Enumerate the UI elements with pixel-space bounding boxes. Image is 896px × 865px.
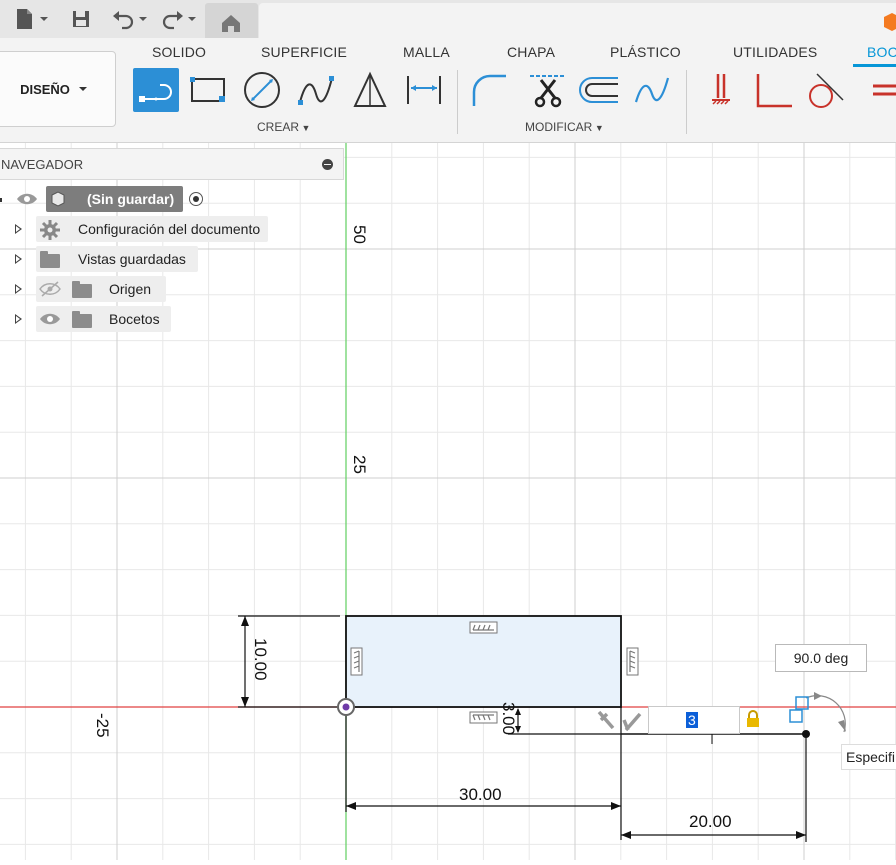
browser-root-node[interactable]: (Sin guardar) xyxy=(0,186,215,212)
folder-icon xyxy=(40,251,60,268)
collapse-panel-icon[interactable] xyxy=(322,159,333,170)
expand-icon[interactable] xyxy=(15,314,22,324)
browser-item-document-settings[interactable]: Configuración del documento xyxy=(0,216,270,242)
browser-item-label: Configuración del documento xyxy=(78,221,261,237)
extension-dimension-value[interactable]: 20.00 xyxy=(689,812,732,832)
folder-icon xyxy=(72,281,92,298)
width-dimension-value[interactable]: 30.00 xyxy=(459,785,502,805)
axis-label-25: 25 xyxy=(350,455,369,474)
eye-hidden-icon[interactable] xyxy=(39,281,61,297)
browser-title: NAVEGADOR xyxy=(1,156,84,172)
browser-panel-header[interactable]: NAVEGADOR xyxy=(0,148,344,180)
expand-icon[interactable] xyxy=(15,254,22,264)
offset-dimension[interactable] xyxy=(508,708,621,735)
angle-input[interactable]: 90.0 deg xyxy=(775,644,867,672)
origin-point[interactable] xyxy=(337,698,355,716)
horizontal-constraint-glyph xyxy=(469,621,498,634)
vertical-constraint-glyph xyxy=(626,647,639,676)
offset-dimension-value[interactable]: 3.00 xyxy=(498,702,518,735)
angle-value: 90.0 deg xyxy=(793,650,849,666)
browser-item-sketches[interactable]: Bocetos xyxy=(0,306,172,332)
axis-label-neg25: -25 xyxy=(93,713,112,738)
expand-icon[interactable] xyxy=(0,198,2,202)
activate-radio-icon[interactable] xyxy=(188,191,204,207)
horizontal-constraint-glyph xyxy=(469,711,498,724)
height-dimension-value[interactable]: 10.00 xyxy=(250,638,270,681)
browser-item-origin[interactable]: Origen xyxy=(0,276,168,302)
browser-item-label: Bocetos xyxy=(109,311,160,327)
vertical-constraint-glyph xyxy=(350,647,363,676)
axis-label-50: 50 xyxy=(350,225,369,244)
component-icon xyxy=(51,191,65,207)
length-input-value: 3 xyxy=(686,712,698,728)
browser-item-saved-views[interactable]: Vistas guardadas xyxy=(0,246,200,272)
folder-icon xyxy=(72,311,92,328)
tooltip-hint: Especifi xyxy=(841,744,896,770)
expand-icon[interactable] xyxy=(15,224,22,234)
eye-icon[interactable] xyxy=(16,192,38,206)
angle-indicator xyxy=(789,692,846,733)
width-dimension[interactable] xyxy=(345,707,622,840)
sketch-overlay xyxy=(0,143,896,860)
root-component-label: (Sin guardar) xyxy=(87,191,175,207)
expand-icon[interactable] xyxy=(15,284,22,294)
length-input[interactable]: 3 xyxy=(648,706,740,734)
gear-icon xyxy=(40,220,60,240)
browser-item-label: Origen xyxy=(109,281,152,297)
perpendicular-glyph xyxy=(597,710,642,732)
browser-item-label: Vistas guardadas xyxy=(78,251,186,267)
eye-icon[interactable] xyxy=(39,312,61,326)
lock-icon[interactable] xyxy=(745,710,761,728)
